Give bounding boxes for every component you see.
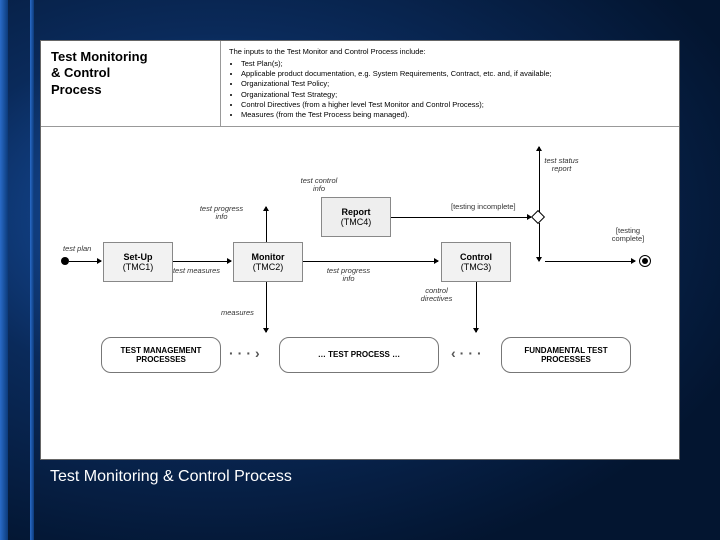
arrow [539,147,540,212]
box-tmp: TEST MANAGEMENT PROCESSES [101,337,221,373]
node-report-code: (TMC4) [324,217,388,227]
box-ftp: FUNDAMENTAL TEST PROCESSES [501,337,631,373]
arrow [539,223,540,261]
arrow [303,261,438,262]
dashed-arrow-icon: ···› [229,345,264,361]
label-testing-incomplete: [testing incomplete] [451,203,516,211]
end-node-icon [639,255,651,267]
node-report-name: Report [324,207,388,217]
label-tpi-1: test progress info [199,205,244,222]
header-row: Test Monitoring& ControlProcess The inpu… [41,41,679,127]
inputs-list: Test Plan(s); Applicable product documen… [241,59,671,120]
inputs-item: Test Plan(s); [241,59,671,69]
node-setup-code: (TMC1) [106,262,170,272]
inputs-box: The inputs to the Test Monitor and Contr… [221,41,679,126]
inputs-item: Control Directives (from a higher level … [241,100,671,110]
start-node-icon [61,257,69,265]
node-report: Report (TMC4) [321,197,391,237]
slide-caption: Test Monitoring & Control Process [40,468,680,486]
inputs-item: Measures (from the Test Process being ma… [241,110,671,120]
node-monitor-name: Monitor [236,252,300,262]
inputs-item: Applicable product documentation, e.g. S… [241,69,671,79]
label-tpi-2: test progress info [321,267,376,284]
decision-diamond-icon [531,210,545,224]
arrow [266,282,267,332]
label-measures: measures [221,309,254,317]
node-setup: Set-Up (TMC1) [103,242,173,282]
label-tsr: test status report [539,157,584,174]
diagram-canvas: test plan Set-Up (TMC1) test measures Mo… [41,127,679,387]
node-control-code: (TMC3) [444,262,508,272]
node-monitor-code: (TMC2) [236,262,300,272]
diagram-title: Test Monitoring& ControlProcess [41,41,221,126]
label-control-directives: control directives [409,287,464,304]
label-testing-complete: [testing complete] [603,227,653,244]
node-monitor: Monitor (TMC2) [233,242,303,282]
node-setup-name: Set-Up [106,252,170,262]
dashed-arrow-icon: ‹··· [451,345,486,361]
arrow [69,261,101,262]
arrow [266,207,267,242]
arrow [545,261,635,262]
inputs-item: Organizational Test Policy; [241,79,671,89]
label-test-measures: test measures [169,267,224,275]
diagram-sheet: Test Monitoring& ControlProcess The inpu… [40,40,680,460]
arrow [391,217,531,218]
node-control: Control (TMC3) [441,242,511,282]
box-tp: … TEST PROCESS … [279,337,439,373]
label-test-plan: test plan [63,245,91,253]
arrow [476,282,477,332]
arrow [173,261,231,262]
label-tci: test control info [299,177,339,194]
node-control-name: Control [444,252,508,262]
inputs-lead: The inputs to the Test Monitor and Contr… [229,47,671,57]
inputs-item: Organizational Test Strategy; [241,90,671,100]
